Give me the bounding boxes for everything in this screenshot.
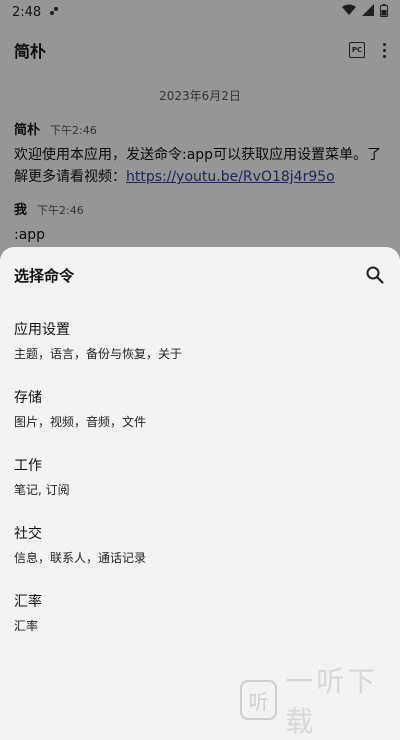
command-desc: 主题，语言，备份与恢复，关于 bbox=[14, 347, 183, 361]
search-icon[interactable] bbox=[364, 264, 386, 286]
watermark-logo: 听 bbox=[240, 680, 278, 720]
command-item-storage[interactable]: 存储 图片，视频，音频，文件 bbox=[0, 373, 400, 441]
command-desc: 笔记, 订阅 bbox=[14, 483, 70, 497]
watermark-text: 一听下载 bbox=[285, 665, 379, 738]
command-name: 汇率 bbox=[14, 594, 42, 610]
command-item-app-settings[interactable]: 应用设置 主题，语言，备份与恢复，关于 bbox=[0, 305, 400, 373]
command-name: 存储 bbox=[14, 390, 42, 406]
command-bottom-sheet: 选择命令 应用设置 主题，语言，备份与恢复，关于 存储 图片，视频，音频，文件 … bbox=[0, 247, 400, 711]
watermark: 听 一听下载 bbox=[240, 660, 400, 740]
command-desc: 信息，联系人，通话记录 bbox=[14, 551, 147, 565]
command-name: 应用设置 bbox=[14, 322, 70, 338]
sheet-title: 选择命令 bbox=[14, 266, 75, 285]
command-desc: 汇率 bbox=[14, 619, 39, 633]
command-name: 工作 bbox=[14, 458, 42, 474]
command-item-social[interactable]: 社交 信息，联系人，通话记录 bbox=[0, 509, 400, 577]
command-item-exchange-rate[interactable]: 汇率 汇率 bbox=[0, 577, 400, 645]
command-name: 社交 bbox=[14, 526, 42, 542]
command-list: 应用设置 主题，语言，备份与恢复，关于 存储 图片，视频，音频，文件 工作 笔记… bbox=[0, 303, 400, 645]
command-item-work[interactable]: 工作 笔记, 订阅 bbox=[0, 441, 400, 509]
command-desc: 图片，视频，音频，文件 bbox=[14, 415, 147, 429]
sheet-header: 选择命令 bbox=[0, 247, 400, 303]
